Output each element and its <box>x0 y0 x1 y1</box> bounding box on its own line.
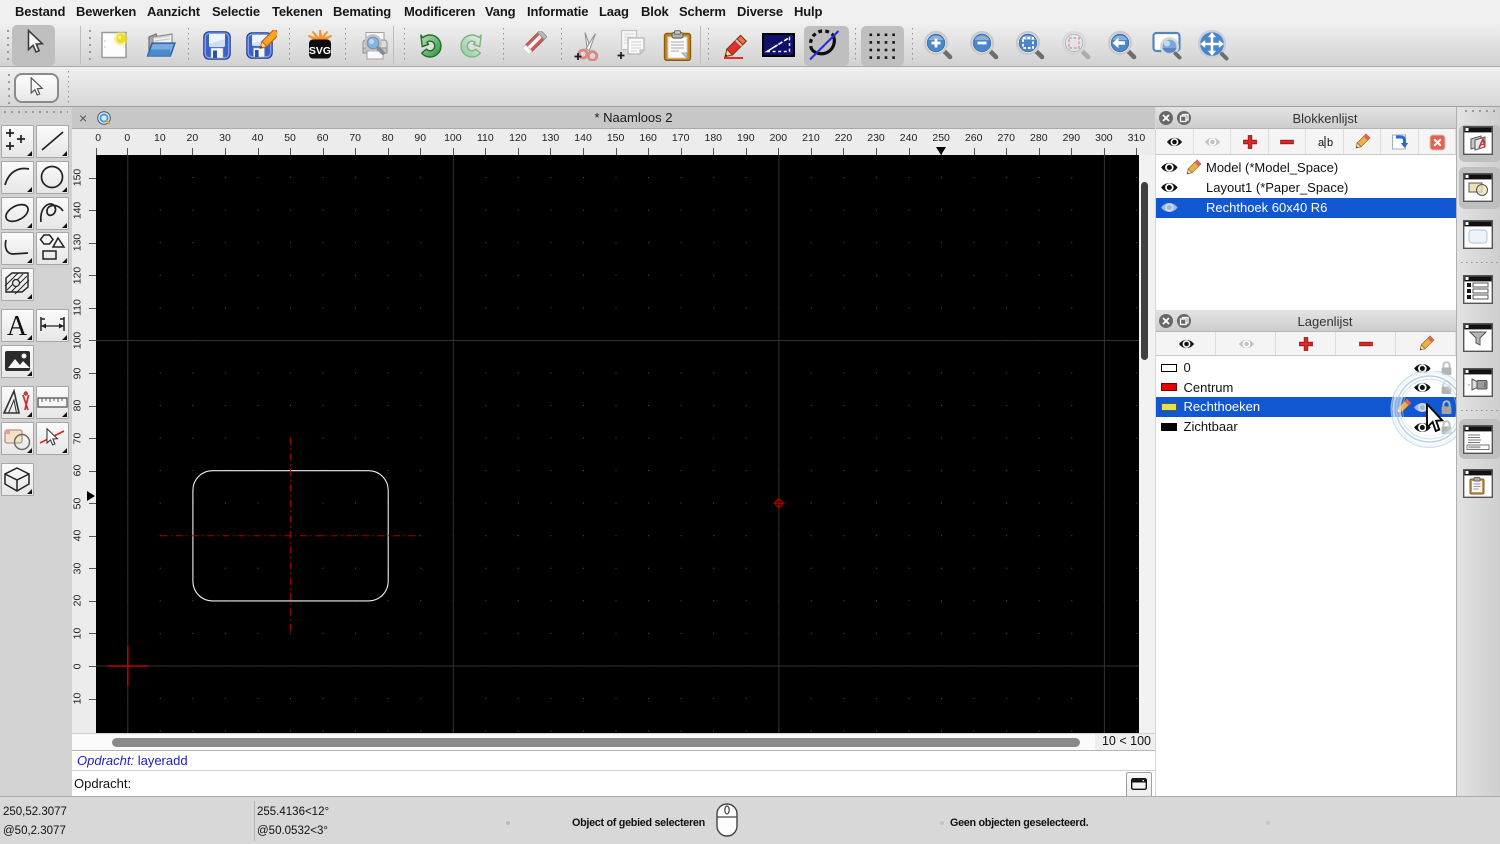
svg-text:SVG: SVG <box>309 45 331 57</box>
svg-text:A: A <box>7 311 28 342</box>
svg-text:b: b <box>1327 137 1333 149</box>
svg-text:a: a <box>1318 137 1325 149</box>
